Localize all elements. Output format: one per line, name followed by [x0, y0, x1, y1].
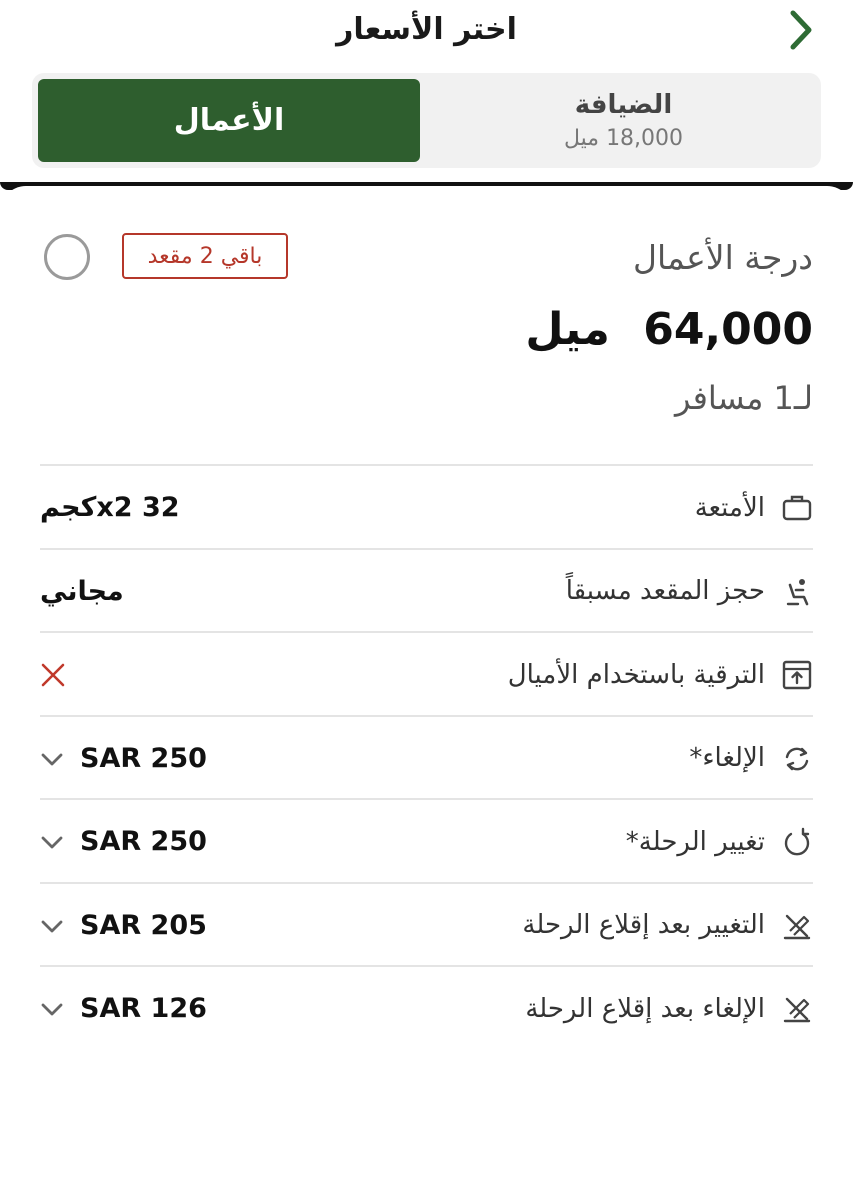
tab-hospitality[interactable]: الضيافة 18,000 ميل [432, 79, 815, 162]
feature-row-cancellation[interactable]: الإلغاء* SAR 250 [40, 714, 813, 799]
feature-value: SAR 250 [80, 742, 207, 774]
tab-business[interactable]: الأعمال [38, 79, 420, 162]
upgrade-icon [781, 659, 813, 691]
page-title: اختر الأسعار [336, 12, 517, 47]
feature-value: SAR 126 [80, 993, 207, 1024]
feature-row-baggage: الأمتعة x2 32كجم [40, 464, 813, 548]
feature-row-change[interactable]: تغيير الرحلة* SAR 250 [40, 798, 813, 882]
feature-row-change-after-departure[interactable]: التغيير بعد إقلاع الرحلة SAR 205 [40, 881, 813, 966]
passenger-count: لـ1 مسافر [674, 379, 813, 417]
fare-features: الأمتعة x2 32كجم حجز المقعد مسبقاً مجاني… [40, 464, 813, 1049]
chevron-right-icon[interactable] [780, 8, 820, 52]
feature-label: حجز المقعد مسبقاً [565, 576, 765, 606]
feature-label: الإلغاء* [689, 743, 765, 773]
fare-tabs: الأعمال الضيافة 18,000 ميل [32, 73, 821, 168]
feature-label: الترقية باستخدام الأميال [507, 659, 765, 690]
departed-cancel-icon [781, 993, 813, 1025]
luggage-icon [781, 492, 813, 524]
chevron-down-icon[interactable] [40, 997, 64, 1021]
feature-value: SAR 205 [80, 909, 207, 941]
feature-label: التغيير بعد إقلاع الرحلة [522, 910, 765, 940]
feature-row-upgrade: الترقية باستخدام الأميال [40, 631, 813, 715]
departed-change-icon [781, 910, 813, 942]
tab-hospitality-miles: 18,000 ميل [564, 124, 683, 154]
feature-value: SAR 250 [80, 826, 207, 857]
feature-label: الأمتعة [694, 492, 765, 523]
fare-price: 64,000 ميل [525, 300, 813, 360]
feature-label: تغيير الرحلة* [625, 826, 765, 857]
feature-label: الإلغاء بعد إقلاع الرحلة [525, 993, 765, 1024]
seats-left-badge: باقي 2 مقعد [122, 233, 288, 279]
feature-row-cancel-after-departure[interactable]: الإلغاء بعد إقلاع الرحلة SAR 126 [40, 965, 813, 1049]
cross-icon [40, 633, 66, 716]
chevron-down-icon[interactable] [40, 914, 64, 938]
feature-value: x2 32كجم [40, 492, 180, 523]
tab-hospitality-miles-value: 18,000 [606, 125, 684, 151]
refund-icon [781, 743, 813, 775]
tab-hospitality-label: الضيافة [574, 89, 673, 120]
change-icon [781, 826, 813, 858]
feature-value: مجاني [40, 575, 124, 607]
fare-price-value: 64,000 [643, 304, 813, 355]
feature-row-seat: حجز المقعد مسبقاً مجاني [40, 547, 813, 632]
chevron-down-icon[interactable] [40, 830, 64, 854]
fare-select-radio[interactable] [44, 234, 90, 280]
tab-hospitality-miles-unit: ميل [563, 125, 600, 151]
header: اختر الأسعار [0, 0, 853, 72]
chevron-down-icon[interactable] [40, 747, 64, 771]
cabin-class-name: درجة الأعمال [632, 238, 813, 277]
seat-icon [781, 576, 813, 608]
fare-price-unit: ميل [525, 304, 610, 355]
tab-business-label: الأعمال [173, 103, 285, 138]
